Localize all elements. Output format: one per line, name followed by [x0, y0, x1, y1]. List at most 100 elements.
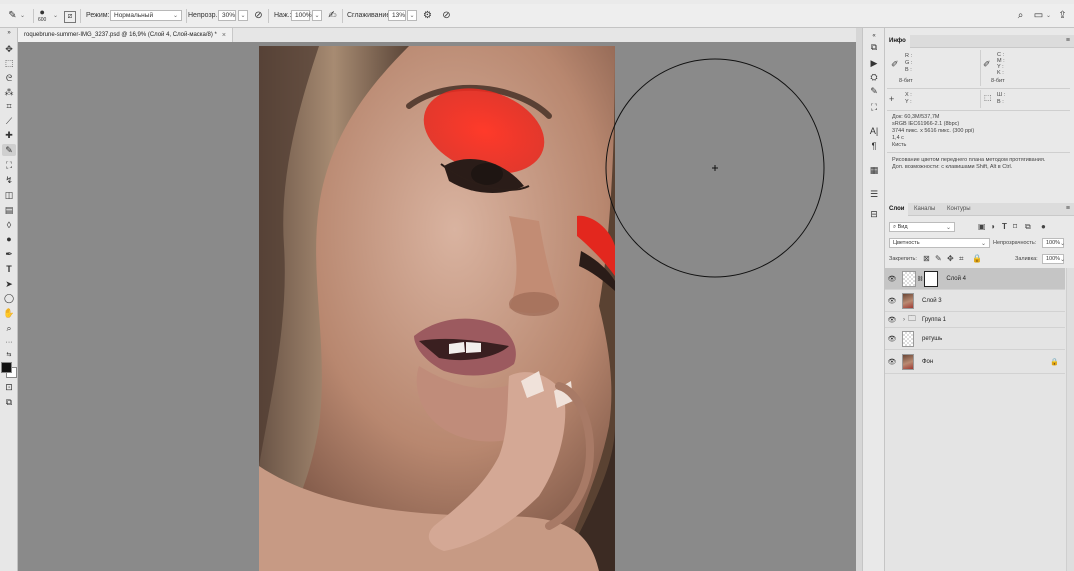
glyphs-panel-icon[interactable]: ▦ — [867, 164, 881, 176]
brush-settings-icon[interactable]: ⧄ — [64, 11, 76, 23]
layers-scrollbar[interactable] — [1066, 268, 1074, 571]
crop-tool-icon[interactable]: ⌗ — [2, 100, 16, 112]
marquee-tool-icon[interactable]: ⬚ — [2, 57, 16, 69]
pen-tool-icon[interactable]: ✒ — [2, 248, 16, 260]
hand-tool-icon[interactable]: ✋ — [2, 307, 16, 319]
shape-tool-icon[interactable]: ◯ — [2, 292, 16, 304]
toolbox-collapse-icon[interactable]: » — [2, 29, 16, 37]
character-panel-icon[interactable]: A| — [867, 125, 881, 137]
layer-row[interactable]: 👁 ретушь — [885, 328, 1065, 350]
info-panel: ✐ R : G : B : ✐ C : M : Y : K : 8-бит 8-… — [885, 48, 1074, 220]
chevron-right-icon[interactable]: › — [903, 317, 905, 323]
zoom-tool-icon[interactable]: ⌕ — [2, 322, 16, 334]
filter-toggle-icon[interactable]: ● — [1041, 222, 1046, 231]
tool-preset-chevron-icon[interactable]: ⌄ — [20, 4, 25, 27]
brush-tool-icon[interactable]: ✎ — [2, 144, 16, 156]
info-tool: Кисть — [892, 142, 907, 148]
brush-size-picker[interactable]: ● 600 — [38, 4, 46, 27]
filter-adjust-icon[interactable]: ◑ — [990, 222, 995, 231]
opacity-chevron-icon[interactable]: ⌄ — [238, 10, 248, 21]
gradient-tool-icon[interactable]: ▤ — [2, 204, 16, 216]
filter-smart-icon[interactable]: ⧉ — [1025, 222, 1031, 232]
lasso-tool-icon[interactable]: ᘓ — [2, 72, 16, 84]
visibility-eye-icon[interactable]: 👁 — [885, 297, 899, 305]
layer-row[interactable]: 👁 › 🗀 Группа 1 — [885, 312, 1065, 328]
quick-mask-icon[interactable]: ⊡ — [2, 381, 16, 393]
smoothing-chevron-icon[interactable]: ⌄ — [407, 10, 417, 21]
filter-shape-icon[interactable]: ⌑ — [1013, 222, 1017, 231]
lock-icon: 🔒 — [1050, 358, 1059, 366]
foreground-color-swatch[interactable] — [1, 362, 12, 373]
tab-layers[interactable]: Слои — [885, 203, 909, 216]
close-icon[interactable]: × — [222, 32, 226, 39]
visibility-eye-icon[interactable]: 👁 — [885, 316, 899, 324]
document-tab[interactable]: roquebrune-summer-IMG_3237.psd @ 16,9% (… — [18, 28, 233, 42]
screen-mode-icon[interactable]: ⧉ — [2, 396, 16, 408]
tab-channels[interactable]: Каналы — [910, 203, 939, 216]
type-tool-icon[interactable]: T — [2, 263, 16, 275]
path-select-tool-icon[interactable]: ➤ — [2, 278, 16, 290]
visibility-eye-icon[interactable]: 👁 — [885, 358, 899, 366]
lock-image-icon[interactable]: ✎ — [935, 254, 942, 263]
layer-name: Слой 4 — [946, 275, 966, 282]
clone-source-panel-icon[interactable]: ⛶ — [867, 101, 881, 113]
brush-tool-icon[interactable]: ✎ — [6, 9, 19, 22]
dodge-tool-icon[interactable]: ● — [2, 233, 16, 245]
brush-picker-chevron-icon[interactable]: ⌄ — [53, 4, 58, 27]
pressure-opacity-icon[interactable]: ⊘ — [252, 9, 265, 22]
history-brush-tool-icon[interactable]: ↯ — [2, 174, 16, 186]
workspace-icon[interactable]: ▭ — [1032, 9, 1045, 22]
flow-field[interactable]: 100% — [291, 10, 312, 21]
healing-tool-icon[interactable]: ✚ — [2, 129, 16, 141]
tab-paths[interactable]: Контуры — [943, 203, 975, 216]
blend-mode-select[interactable]: Нормальный ⌄ — [110, 10, 182, 21]
fill-field[interactable]: 100% ⌄ — [1042, 254, 1065, 264]
layers-menu-icon[interactable]: ≡ — [1066, 205, 1070, 212]
layer-row[interactable]: 👁 ⛓ Слой 4 — [885, 268, 1065, 290]
libraries-panel-icon[interactable]: ⊟ — [867, 208, 881, 220]
filter-pixel-icon[interactable]: ▣ — [978, 222, 986, 231]
layer-filter-select[interactable]: ⌕ Вид ⌄ — [889, 222, 955, 232]
pressure-size-icon[interactable]: ⊘ — [440, 9, 453, 22]
panel-menu-icon[interactable]: ≡ — [1066, 37, 1070, 44]
properties-panel-icon[interactable]: ☰ — [867, 188, 881, 200]
blend-mode-dropdown[interactable]: Цветность ⌄ — [889, 238, 990, 248]
visibility-eye-icon[interactable]: 👁 — [885, 275, 899, 283]
layer-mask-thumbnail[interactable] — [924, 270, 939, 287]
brush-settings-panel-icon[interactable]: ✎ — [867, 85, 881, 97]
smoothing-gear-icon[interactable]: ⚙ — [421, 9, 434, 22]
airbrush-icon[interactable]: ✍ — [326, 9, 339, 22]
filter-type-icon[interactable]: T — [1002, 222, 1007, 231]
info-x: X : — [905, 92, 912, 98]
move-tool-icon[interactable]: ✥ — [2, 43, 16, 55]
visibility-eye-icon[interactable]: 👁 — [885, 335, 899, 343]
workspace-chevron-icon[interactable]: ⌄ — [1046, 4, 1051, 27]
canvas-area[interactable] — [18, 42, 856, 571]
adjust-panel-icon[interactable]: ⛭ — [867, 71, 881, 83]
blur-tool-icon[interactable]: ◊ — [2, 219, 16, 231]
layer-row[interactable]: 👁 Слой 3 — [885, 290, 1065, 312]
opacity-field[interactable]: 30% — [218, 10, 236, 21]
quick-select-tool-icon[interactable]: ⁂ — [2, 86, 16, 98]
mask-link-icon[interactable]: ⛓ — [917, 276, 923, 282]
info-g: G : — [905, 60, 913, 66]
eraser-tool-icon[interactable]: ◫ — [2, 189, 16, 201]
search-icon[interactable]: ⌕ — [1014, 9, 1027, 22]
flow-chevron-icon[interactable]: ⌄ — [312, 10, 322, 21]
lock-all-icon[interactable]: 🔒 — [972, 254, 982, 263]
stamp-tool-icon[interactable]: ⛶ — [2, 159, 16, 171]
layer-row[interactable]: 👁 Фон 🔒 — [885, 350, 1065, 374]
lock-position-icon[interactable]: ✥ — [947, 254, 954, 263]
paragraph-panel-icon[interactable]: ¶ — [867, 140, 881, 152]
layer-opacity-field[interactable]: 100% ⌄ — [1042, 238, 1065, 248]
swap-colors-icon[interactable]: ⇆ — [2, 349, 16, 361]
actions-panel-icon[interactable]: ▶ — [867, 57, 881, 69]
smoothing-field[interactable]: 13% — [388, 10, 406, 21]
tab-info[interactable]: Инфо — [885, 35, 910, 48]
lock-transparent-icon[interactable]: ⊠ — [923, 254, 930, 263]
more-tools-icon[interactable]: ··· — [2, 337, 16, 349]
share-icon[interactable]: ⇪ — [1056, 9, 1069, 22]
eyedropper-tool-icon[interactable]: ⟋ — [2, 115, 16, 127]
history-panel-icon[interactable]: ⧉ — [867, 41, 881, 53]
lock-artboard-icon[interactable]: ⌗ — [959, 254, 964, 264]
